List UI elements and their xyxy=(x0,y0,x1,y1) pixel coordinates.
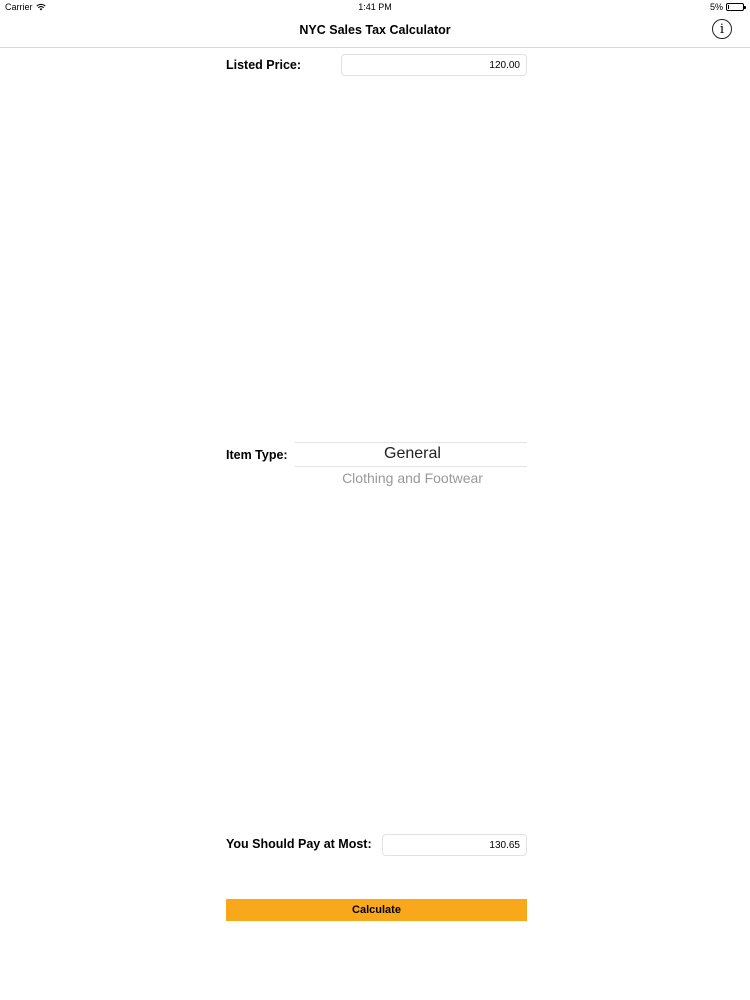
calculate-button[interactable]: Calculate xyxy=(226,899,527,921)
status-bar: Carrier 1:41 PM 5% xyxy=(0,0,750,16)
pay-at-most-label: You Should Pay at Most: xyxy=(226,837,372,851)
battery-percent: 5% xyxy=(709,2,723,12)
listed-price-input[interactable] xyxy=(341,54,527,76)
pay-at-most-field xyxy=(382,834,527,856)
picker-option-clothing-and-footwear[interactable]: Clothing and Footwear xyxy=(235,470,590,486)
page-title: NYC Sales Tax Calculator xyxy=(299,23,451,37)
info-button[interactable]: i xyxy=(712,19,732,39)
battery-icon xyxy=(726,3,746,11)
info-icon: i xyxy=(719,21,725,37)
battery-level xyxy=(728,5,729,9)
status-time: 1:41 PM xyxy=(358,2,392,12)
listed-price-label: Listed Price: xyxy=(226,58,302,72)
status-right: 5% xyxy=(709,2,746,12)
picker-option-general[interactable]: General xyxy=(235,445,590,463)
nav-bar: NYC Sales Tax Calculator i xyxy=(0,16,750,48)
